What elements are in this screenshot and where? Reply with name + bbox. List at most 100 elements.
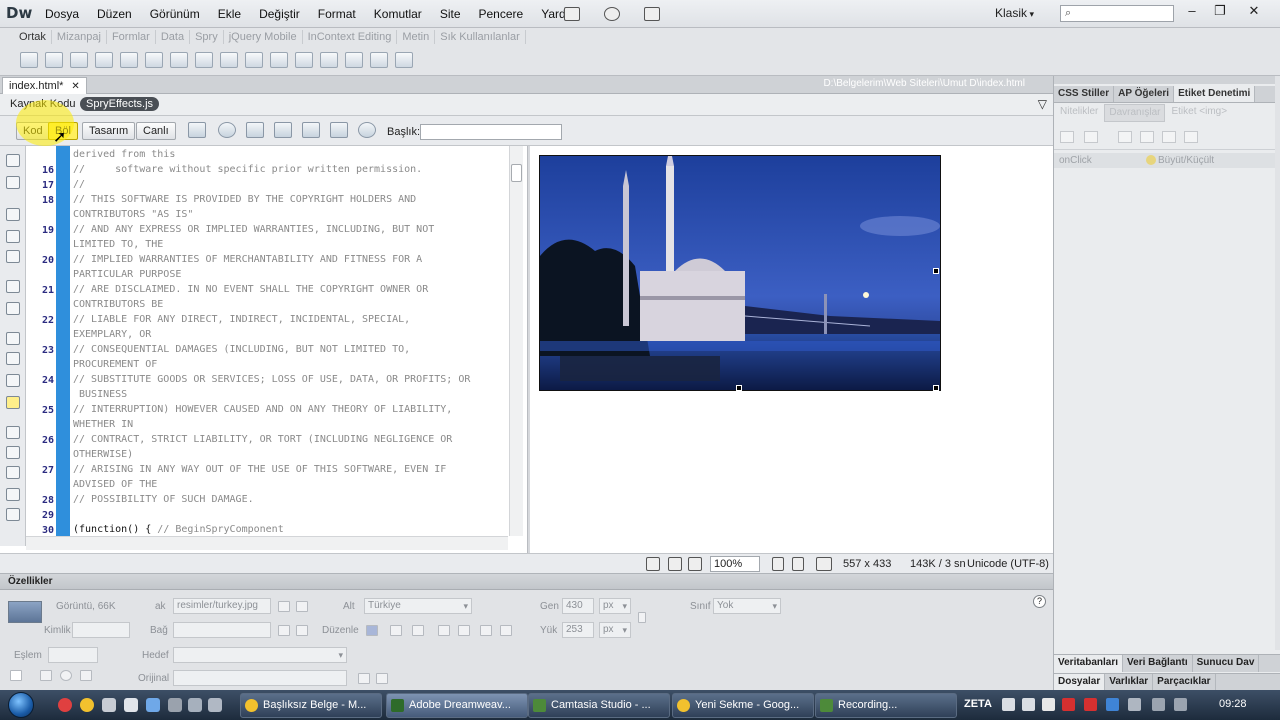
add-behavior-icon[interactable] <box>1118 131 1132 143</box>
help-icon[interactable]: ? <box>1033 595 1046 608</box>
task-dreamweaver[interactable]: Adobe Dreamweav... <box>386 693 528 718</box>
file-management-icon[interactable] <box>246 122 264 138</box>
indent-icon[interactable] <box>6 508 20 521</box>
expand-all-icon[interactable] <box>6 250 20 263</box>
tray-camtasia-icon[interactable] <box>1084 698 1097 711</box>
tray-acrobat-icon[interactable] <box>1062 698 1075 711</box>
remove-comment-icon[interactable] <box>6 446 20 459</box>
task-new-tab-chrome[interactable]: Yeni Sekme - Goog... <box>672 693 814 718</box>
tray-network-icon[interactable] <box>1106 698 1119 711</box>
select-parent-tag-icon[interactable] <box>6 280 20 293</box>
task-untitled-document[interactable]: Başlıksız Belge - M... <box>240 693 382 718</box>
opera-icon[interactable] <box>58 698 72 712</box>
sharpen-icon[interactable] <box>500 625 512 636</box>
widget-icon[interactable] <box>220 52 238 68</box>
tray-connection-icon[interactable] <box>1152 698 1165 711</box>
tab-attributes[interactable]: Nitelikler <box>1056 104 1102 122</box>
source-field[interactable]: resimler/turkey.jpg <box>173 598 271 614</box>
rectangle-hotspot-icon[interactable] <box>40 670 52 681</box>
code-horizontal-scrollbar[interactable] <box>26 536 508 550</box>
class-select[interactable]: Yok <box>713 598 781 614</box>
keyboard-layout-label[interactable]: ZETA <box>964 698 992 710</box>
head-icon[interactable] <box>320 52 338 68</box>
menu-item-degistir[interactable]: Değiştir <box>250 0 309 28</box>
menu-item-komutlar[interactable]: Komutlar <box>365 0 431 28</box>
close-window-button[interactable]: ✕ <box>1242 2 1266 20</box>
tab-behaviors[interactable]: Davranışlar <box>1104 104 1166 122</box>
explorer-icon[interactable] <box>102 698 116 712</box>
panel-scrollbar[interactable] <box>1275 76 1280 650</box>
volume-icon[interactable] <box>1174 698 1187 711</box>
template-icon[interactable] <box>370 52 388 68</box>
menu-item-dosya[interactable]: Dosya <box>36 0 88 28</box>
insert-tab-mizanpaj[interactable]: Mizanpaj <box>52 30 107 44</box>
split-view-divider[interactable] <box>527 146 530 553</box>
script-icon[interactable] <box>345 52 363 68</box>
design-view-button[interactable]: Tasarım <box>82 122 136 140</box>
package-icon[interactable] <box>124 698 138 712</box>
tablet-size-icon[interactable] <box>792 557 804 571</box>
mosque-photo[interactable] <box>539 155 941 391</box>
tray-security-icon[interactable] <box>1022 698 1035 711</box>
resize-handle-corner[interactable] <box>933 385 939 391</box>
collapse-selection-icon[interactable] <box>6 230 20 243</box>
zoom-tool-icon[interactable] <box>688 557 702 571</box>
tab-server-behaviors[interactable]: Sunucu Dav <box>1193 655 1260 672</box>
media-icon[interactable] <box>168 698 182 712</box>
server-side-include-icon[interactable] <box>270 52 288 68</box>
named-anchor-icon[interactable] <box>70 52 88 68</box>
resample-icon[interactable] <box>458 625 470 636</box>
menu-item-pencere[interactable]: Pencere <box>470 0 533 28</box>
height-field[interactable]: 253 <box>562 622 594 638</box>
chrome-icon[interactable] <box>80 698 94 712</box>
image-settings-icon[interactable] <box>390 625 402 636</box>
move-up-icon[interactable] <box>1162 131 1176 143</box>
edit-image-icon[interactable] <box>366 625 378 636</box>
circle-hotspot-icon[interactable] <box>60 670 72 681</box>
date-icon[interactable] <box>245 52 263 68</box>
check-browser-compatibility-icon[interactable] <box>302 122 320 138</box>
id-field[interactable] <box>72 622 130 638</box>
workspace-switcher[interactable]: Klasik <box>995 6 1034 20</box>
balance-braces-icon[interactable] <box>6 302 20 315</box>
resize-handle-bottom[interactable] <box>736 385 742 391</box>
tray-pen-icon[interactable] <box>1042 698 1055 711</box>
polygon-hotspot-icon[interactable] <box>80 670 92 681</box>
div-icon[interactable] <box>145 52 163 68</box>
clock[interactable]: 09:28 <box>1219 698 1247 710</box>
point-to-file-icon[interactable] <box>278 601 290 612</box>
lock-proportions-icon[interactable] <box>638 612 646 623</box>
window-size[interactable]: 557 x 433 <box>843 558 891 570</box>
browse-folder-icon[interactable] <box>296 601 308 612</box>
start-button[interactable] <box>8 692 34 718</box>
tab-bindings[interactable]: Veri Bağlantı <box>1123 655 1193 672</box>
tab-databases[interactable]: Veritabanları <box>1054 655 1124 672</box>
original-field[interactable] <box>173 670 347 686</box>
insert-tab-sik-kullanilanlar[interactable]: Sık Kullanılanlar <box>435 30 526 44</box>
zoom-select[interactable]: 100% <box>710 556 760 572</box>
tray-notes-icon[interactable] <box>1002 698 1015 711</box>
email-link-icon[interactable] <box>45 52 63 68</box>
image-icon[interactable] <box>170 52 188 68</box>
resize-handle-right[interactable] <box>933 268 939 274</box>
desktop-size-icon[interactable] <box>816 557 832 571</box>
filter-icon[interactable]: ▽ <box>1038 97 1047 111</box>
menu-item-site[interactable]: Site <box>431 0 470 28</box>
tab-css-styles[interactable]: CSS Stiller <box>1054 86 1115 102</box>
task-camtasia[interactable]: Camtasia Studio - ... <box>528 693 670 718</box>
table-icon[interactable] <box>120 52 138 68</box>
insert-tab-jquery-mobile[interactable]: jQuery Mobile <box>224 30 303 44</box>
menu-item-gorunum[interactable]: Görünüm <box>141 0 209 28</box>
tab-tag-inspector[interactable]: Etiket Denetimi <box>1174 86 1256 102</box>
browse-original-folder-icon[interactable] <box>376 673 388 684</box>
related-file-link[interactable]: SpryEffects.js <box>80 97 160 111</box>
link-field[interactable] <box>173 622 271 638</box>
gear-icon[interactable] <box>604 7 620 21</box>
open-documents-icon[interactable] <box>6 154 20 167</box>
insert-tab-incontext-editing[interactable]: InContext Editing <box>303 30 398 44</box>
line-numbers-icon[interactable] <box>6 332 20 345</box>
visual-aids-icon[interactable] <box>330 122 348 138</box>
tab-assets[interactable]: Varlıklar <box>1105 674 1154 690</box>
map-field[interactable] <box>48 647 98 663</box>
plugin-icon[interactable] <box>208 698 222 712</box>
